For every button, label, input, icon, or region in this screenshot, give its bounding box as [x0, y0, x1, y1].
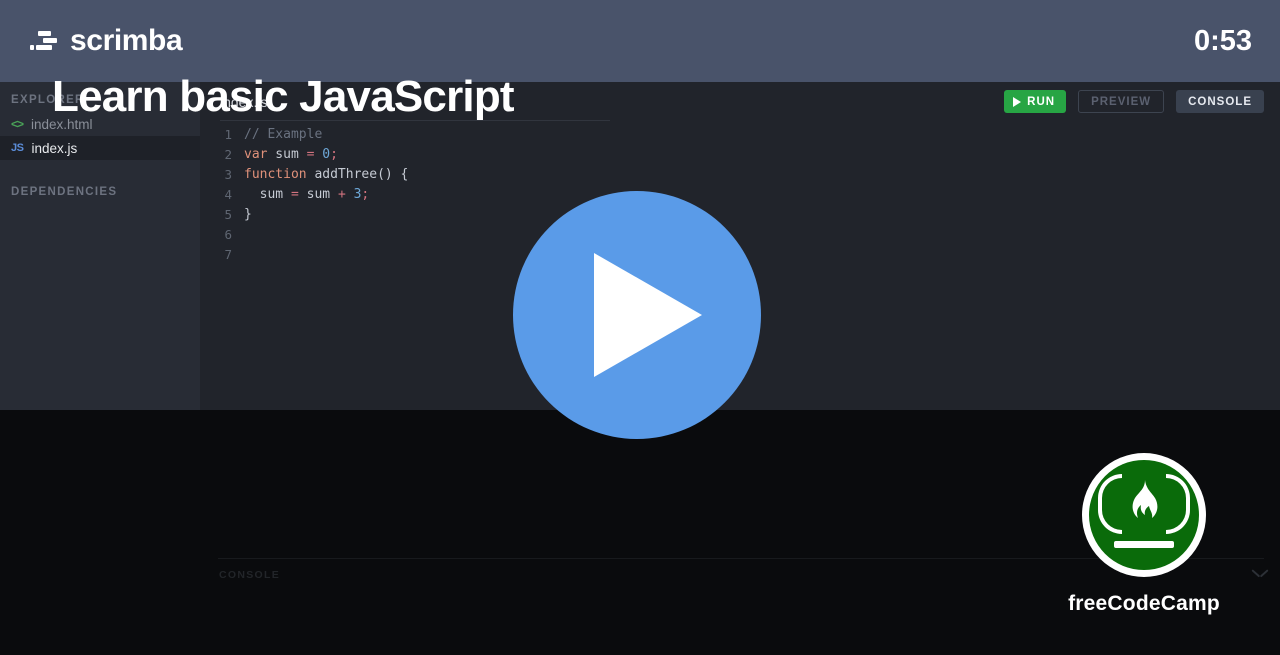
code-line: 4 sum = sum + 3;: [200, 184, 1280, 204]
fcc-arc-right: [1166, 474, 1190, 534]
code-text: var sum = 0;: [244, 146, 338, 162]
preview-button-label: PREVIEW: [1091, 95, 1152, 108]
line-number: 3: [224, 166, 232, 182]
preview-button[interactable]: PREVIEW: [1078, 90, 1165, 113]
console-panel-label: CONSOLE: [219, 569, 281, 581]
line-number: 4: [224, 186, 232, 202]
play-icon: [1013, 96, 1022, 107]
brand-logo[interactable]: scrimba: [30, 24, 183, 58]
code-line: 6: [200, 224, 1280, 244]
fcc-logo-inner: [1089, 460, 1199, 570]
editor-action-buttons: RUN PREVIEW CONSOLE: [1004, 90, 1264, 113]
line-number: 1: [224, 126, 232, 142]
code-line: 3 function addThree() {: [200, 164, 1280, 184]
line-number: 6: [224, 226, 232, 242]
html-file-icon: <>: [11, 117, 24, 131]
fcc-base-bar: [1114, 541, 1174, 548]
scrimba-logo-icon: [30, 30, 57, 52]
line-number: 7: [224, 246, 232, 262]
recording-timer: 0:53: [1193, 24, 1252, 57]
file-label-index-js: index.js: [31, 140, 78, 156]
code-area[interactable]: 1 // Example 2 var sum = 0; 3 function a…: [200, 122, 1280, 264]
fcc-flame-shape: [1132, 480, 1158, 518]
top-header-bar: scrimba 0:53: [0, 0, 1280, 82]
play-button-icon: [594, 253, 702, 377]
js-file-icon: JS: [11, 142, 24, 154]
code-text: sum = sum + 3;: [244, 186, 370, 202]
freecodecamp-branding: freeCodeCamp: [1058, 453, 1230, 616]
dependencies-section-title: DEPENDENCIES: [11, 186, 118, 198]
freecodecamp-name-label: freeCodeCamp: [1068, 592, 1220, 615]
line-number: 2: [224, 146, 232, 162]
console-button[interactable]: CONSOLE: [1176, 90, 1264, 113]
code-line: 5 }: [200, 204, 1280, 224]
code-line: 1 // Example: [200, 124, 1280, 144]
console-button-label: CONSOLE: [1188, 95, 1252, 108]
lesson-title: Learn basic JavaScript: [52, 72, 515, 121]
run-button-label: RUN: [1027, 95, 1056, 108]
app-root: scrimba 0:53 EXPLORER <> index.html JS i…: [0, 0, 1280, 655]
brand-name-label: scrimba: [70, 24, 183, 57]
play-button-overlay[interactable]: [513, 191, 761, 439]
run-button[interactable]: RUN: [1004, 90, 1067, 113]
freecodecamp-flame-icon: [1082, 453, 1206, 577]
chevron-down-icon[interactable]: [1252, 568, 1268, 578]
code-text: }: [244, 206, 252, 222]
sidebar-item-index-js[interactable]: JS index.js: [0, 136, 200, 160]
code-text: function addThree() {: [244, 166, 409, 182]
fcc-arc-left: [1098, 474, 1122, 534]
file-explorer-sidebar: EXPLORER <> index.html JS index.js DEPEN…: [0, 82, 200, 410]
code-line: 2 var sum = 0;: [200, 144, 1280, 164]
line-number: 5: [224, 206, 232, 222]
code-text: // Example: [244, 126, 323, 142]
